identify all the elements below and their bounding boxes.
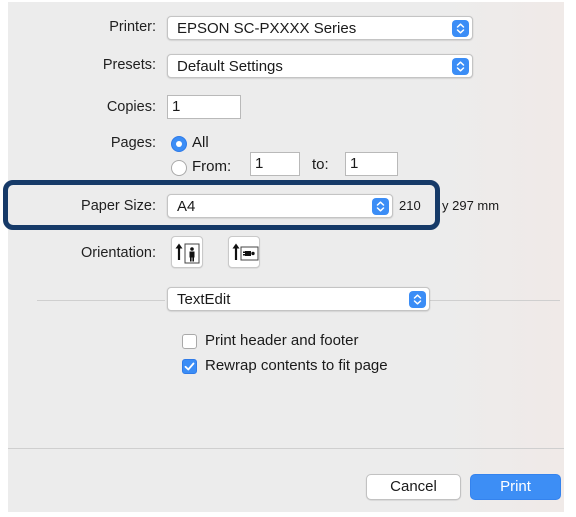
pages-to-label: to: [312, 156, 329, 173]
presets-label: Presets: [102, 57, 156, 73]
cancel-button[interactable]: Cancel [366, 474, 461, 500]
rewrap-label: Rewrap contents to fit page [205, 357, 388, 374]
presets-value: Default Settings [177, 58, 283, 75]
copies-label: Copies: [106, 99, 156, 115]
orientation-label: Orientation: [81, 245, 156, 261]
landscape-orientation-icon [232, 243, 259, 261]
presets-popup[interactable]: Default Settings [167, 54, 473, 78]
section-value: TextEdit [177, 291, 231, 308]
printer-value: EPSON SC-PXXXX Series [177, 20, 357, 37]
printer-popup[interactable]: EPSON SC-PXXXX Series [167, 16, 473, 40]
paper-size-highlight [3, 180, 440, 230]
copies-field[interactable]: 1 [167, 95, 241, 119]
orientation-landscape-button[interactable] [228, 236, 260, 268]
orientation-portrait-button[interactable] [171, 236, 203, 268]
printer-label: Printer: [109, 19, 156, 35]
up-down-chevron-icon [452, 58, 469, 75]
print-header-footer-label: Print header and footer [205, 332, 359, 349]
pages-from-field[interactable]: 1 [250, 152, 300, 176]
pages-to-field[interactable]: 1 [345, 152, 398, 176]
pages-from-radio[interactable] [171, 160, 187, 176]
paper-size-height: y 297 mm [442, 198, 500, 213]
section-divider-left [37, 300, 165, 301]
pages-all-label: All [192, 134, 209, 151]
pages-all-radio[interactable] [171, 136, 187, 152]
section-divider-right [430, 300, 560, 301]
pages-from-label: From: [192, 158, 232, 175]
print-header-footer-checkbox[interactable] [182, 334, 197, 349]
panel-fade [438, 2, 564, 512]
up-down-chevron-icon [409, 291, 426, 308]
rewrap-checkbox[interactable] [182, 359, 197, 374]
portrait-orientation-icon [175, 243, 200, 264]
checkmark-icon [184, 362, 195, 371]
bottom-divider [8, 448, 564, 449]
up-down-chevron-icon [452, 20, 469, 37]
pages-label: Pages: [110, 135, 156, 151]
section-popup[interactable]: TextEdit [167, 287, 430, 311]
print-button[interactable]: Print [470, 474, 561, 500]
